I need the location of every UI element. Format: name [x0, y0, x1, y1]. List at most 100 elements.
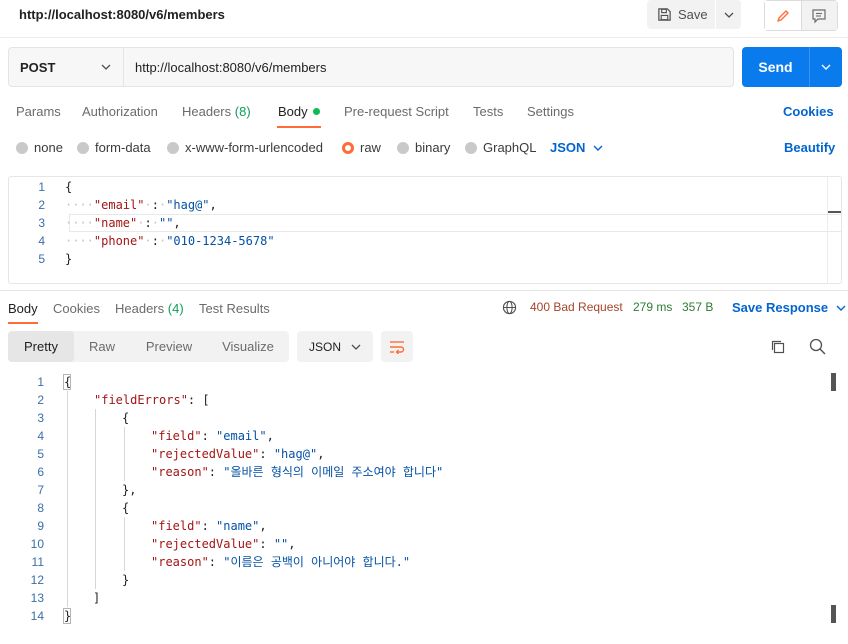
colon: :: [259, 537, 274, 551]
line-number: 3: [38, 216, 45, 230]
comment-mode-button[interactable]: [801, 1, 837, 30]
bracket: ]: [93, 591, 101, 605]
radio-circle: [77, 141, 89, 154]
indent-dots: ····: [65, 216, 94, 230]
view-visualize-button[interactable]: Visualize: [214, 331, 282, 362]
indent-dots: ·: [137, 216, 145, 230]
radio-raw[interactable]: raw: [342, 140, 381, 155]
radio-graphql[interactable]: GraphQL: [465, 140, 536, 155]
tab-tests[interactable]: Tests: [473, 104, 503, 119]
editor-scrollbar[interactable]: [827, 177, 841, 283]
resp-tab-headers-label: Headers: [115, 301, 165, 316]
copy-icon[interactable]: [770, 339, 786, 355]
method-select[interactable]: POST: [9, 48, 124, 86]
brace: {: [65, 180, 73, 194]
code-line: "rejectedValue": "hag@",: [151, 445, 324, 463]
punctuation: : [: [187, 393, 210, 407]
request-body-editor[interactable]: 1 2 3 4 5 { ····"email"·:·"hag@", ····"n…: [8, 176, 842, 284]
status-code[interactable]: 400 Bad Request: [530, 300, 623, 314]
radio-none[interactable]: none: [16, 140, 63, 155]
response-time[interactable]: 279 ms: [633, 300, 672, 314]
code-line: }: [122, 571, 129, 589]
json-key: "fieldErrors": [94, 393, 188, 407]
save-icon: [658, 8, 671, 21]
code-line: ····"email"·:·"hag@",: [65, 196, 217, 214]
scrollbar-thumb[interactable]: [828, 211, 841, 213]
response-size[interactable]: 357 B: [682, 300, 713, 314]
line-number: 12: [30, 573, 44, 587]
line-number: 4: [38, 234, 45, 248]
indent-guide: [67, 391, 68, 607]
tab-body-label: Body: [278, 104, 308, 119]
search-icon[interactable]: [809, 338, 826, 355]
json-key: "reason": [151, 555, 209, 569]
scrollbar-thumb[interactable]: [831, 373, 836, 391]
comma: ,: [259, 519, 267, 533]
headers-count: (8): [234, 104, 251, 119]
colon: :: [208, 555, 224, 569]
resp-tab-body[interactable]: Body: [8, 301, 38, 316]
resp-tab-test-results[interactable]: Test Results: [199, 301, 270, 316]
code-line: "reason": "이름은 공백이 아니어야 합니다.": [151, 553, 410, 571]
resp-tab-cookies[interactable]: Cookies: [53, 301, 100, 316]
send-dropdown-button[interactable]: [810, 47, 842, 87]
edit-mode-button[interactable]: [765, 1, 802, 30]
send-button-group: Send: [742, 47, 842, 87]
line-number: 9: [37, 519, 44, 533]
radio-form-data[interactable]: form-data: [77, 140, 151, 155]
save-dropdown-button[interactable]: [716, 0, 741, 29]
body-indicator-dot: [312, 108, 320, 115]
radio-label: none: [34, 140, 63, 155]
json-key: "field": [151, 519, 202, 533]
tab-headers[interactable]: Headers (8): [182, 104, 251, 119]
view-preview-button[interactable]: Preview: [134, 331, 204, 362]
view-raw-button[interactable]: Raw: [74, 331, 130, 362]
tab-prerequest-script[interactable]: Pre-request Script: [344, 104, 449, 119]
response-body-editor[interactable]: 1 2 3 4 5 6 7 8 9 10 11 12 13 14 { "fiel…: [0, 372, 848, 644]
request-tabs: Params Authorization Headers (8) Body Pr…: [0, 94, 848, 128]
response-scrollbar[interactable]: [830, 372, 842, 644]
send-button[interactable]: Send: [742, 47, 809, 87]
tab-authorization[interactable]: Authorization: [82, 104, 158, 119]
colon: :: [151, 234, 159, 248]
indent-guide: [124, 427, 125, 481]
indent-dots: ····: [65, 234, 94, 248]
comma: ,: [288, 537, 296, 551]
radio-label: x-www-form-urlencoded: [185, 140, 323, 155]
tab-params[interactable]: Params: [16, 104, 61, 119]
radio-label: GraphQL: [483, 140, 537, 155]
code-line: {: [122, 499, 129, 517]
code-line: ····"name"·:·"",: [65, 214, 181, 232]
save-response-label: Save Response: [732, 300, 829, 315]
colon: :: [201, 519, 217, 533]
globe-icon[interactable]: [502, 300, 517, 315]
colon: :: [144, 216, 152, 230]
radio-circle: [167, 141, 179, 154]
save-response-button[interactable]: Save Response: [732, 300, 846, 315]
view-pretty-button[interactable]: Pretty: [8, 331, 74, 362]
url-input[interactable]: http://localhost:8080/v6/members: [124, 48, 733, 86]
beautify-button[interactable]: Beautify: [784, 140, 835, 155]
save-label: Save: [678, 7, 708, 22]
chevron-down-icon: [724, 12, 733, 18]
json-key: "name": [93, 216, 138, 230]
active-tab-underline: [277, 126, 321, 128]
radio-urlencoded[interactable]: x-www-form-urlencoded: [167, 140, 323, 155]
language-select[interactable]: JSON: [550, 140, 603, 155]
cookies-link[interactable]: Cookies: [783, 104, 834, 119]
wrap-lines-button[interactable]: [381, 331, 413, 362]
tab-body[interactable]: Body: [278, 104, 320, 119]
resp-tab-headers[interactable]: Headers (4): [115, 301, 184, 316]
url-bar: POST http://localhost:8080/v6/members: [8, 47, 734, 87]
save-button-group: Save: [647, 0, 741, 29]
code-line: ····"phone"·:·"010-1234-5678": [65, 232, 275, 250]
save-button[interactable]: Save: [647, 0, 715, 29]
response-format-select[interactable]: JSON: [297, 331, 373, 362]
tab-settings[interactable]: Settings: [527, 104, 574, 119]
response-tabs: Body Cookies Headers (4) Test Results 40…: [0, 291, 848, 325]
brace: }: [122, 573, 130, 587]
editor-mode-toggle: [764, 0, 838, 31]
request-title[interactable]: http://localhost:8080/v6/members: [19, 7, 225, 22]
radio-binary[interactable]: binary: [397, 140, 450, 155]
brace: },: [122, 483, 137, 497]
